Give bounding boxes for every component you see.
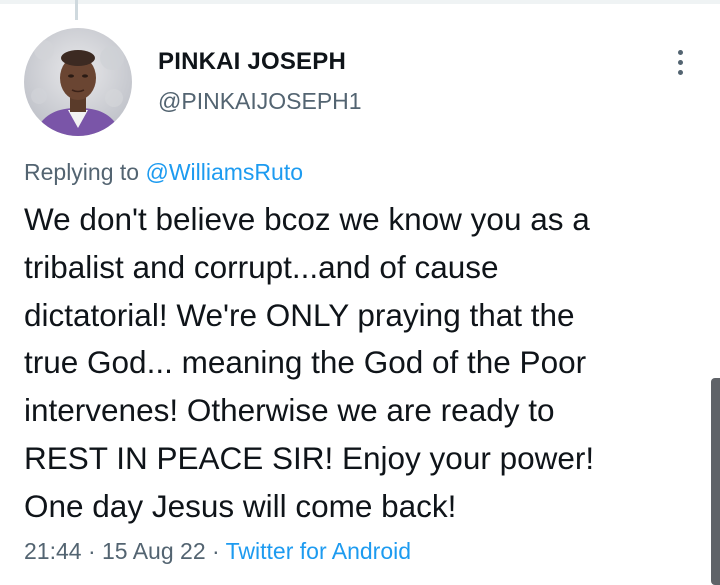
tweet-time[interactable]: 21:44 bbox=[24, 538, 82, 564]
author-handle[interactable]: @PINKAIJOSEPH1 bbox=[158, 88, 362, 115]
tweet-date[interactable]: 15 Aug 22 bbox=[102, 538, 206, 564]
thread-connector-line bbox=[75, 0, 78, 20]
more-vertical-icon-dot bbox=[677, 69, 683, 75]
meta-separator: · bbox=[205, 538, 226, 564]
more-options-button[interactable] bbox=[664, 42, 696, 82]
tweet-meta: 21:44 · 15 Aug 22 · Twitter for Android bbox=[24, 538, 411, 565]
scrollbar-thumb[interactable] bbox=[711, 378, 720, 585]
more-vertical-icon bbox=[677, 49, 683, 55]
author-display-name[interactable]: PINKAI JOSEPH bbox=[158, 48, 346, 76]
reply-mention-link[interactable]: @WilliamsRuto bbox=[145, 159, 303, 185]
replying-to-line: Replying to @WilliamsRuto bbox=[24, 159, 303, 186]
more-vertical-icon-dot bbox=[677, 59, 683, 65]
meta-separator: · bbox=[81, 538, 103, 564]
avatar[interactable] bbox=[24, 28, 132, 136]
tweet-source-link[interactable]: Twitter for Android bbox=[226, 538, 411, 564]
tweet-text: We don't believe bcoz we know you as a t… bbox=[24, 201, 595, 524]
replying-to-label: Replying to bbox=[24, 159, 140, 185]
avatar-image bbox=[24, 28, 132, 136]
top-divider bbox=[0, 0, 720, 4]
